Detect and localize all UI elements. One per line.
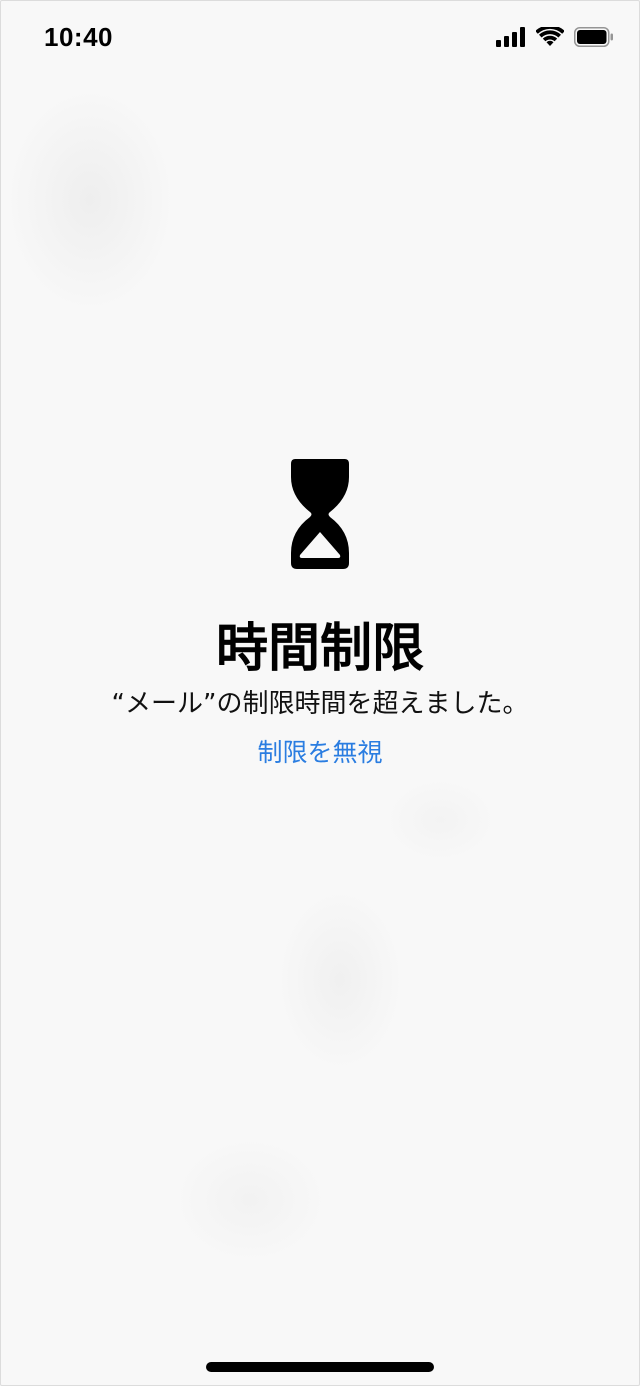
page-title: 時間制限	[215, 619, 424, 679]
home-indicator[interactable]	[206, 1362, 434, 1372]
hourglass-icon	[291, 459, 349, 569]
wifi-icon	[536, 27, 564, 46]
signal-icon	[496, 27, 525, 47]
status-time: 10:40	[44, 22, 113, 52]
status-bar: 10:40	[0, 0, 640, 80]
ignore-limit-button[interactable]: 制限を無視	[257, 737, 382, 769]
limit-message: “メール”の制限時間を超えました。	[111, 689, 529, 719]
battery-icon	[574, 27, 613, 47]
status-icons	[496, 27, 614, 47]
screen-time-limit-panel: 時間制限 “メール”の制限時間を超えました。 制限を無視	[0, 455, 640, 769]
